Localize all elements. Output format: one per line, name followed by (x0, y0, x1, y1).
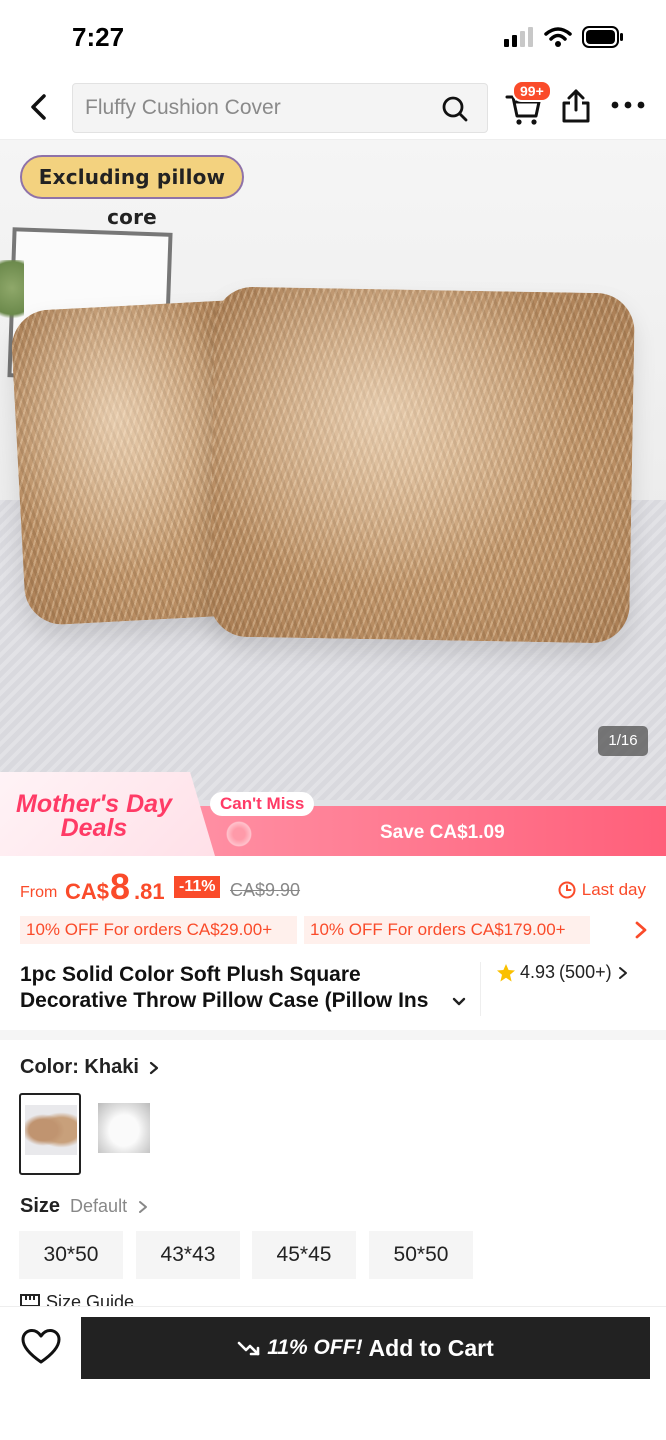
star-icon (497, 963, 515, 981)
chevron-right-icon[interactable] (632, 920, 650, 940)
back-arrow-icon[interactable] (22, 90, 56, 124)
trend-down-icon (237, 1341, 260, 1356)
more-options-icon[interactable] (610, 98, 646, 112)
color-label: Color: Khaki (20, 1056, 139, 1078)
chevron-right-icon (618, 966, 627, 979)
deadline-text: Last day (581, 880, 646, 899)
price-currency: CA$ (65, 879, 110, 904)
status-icons (504, 26, 624, 48)
coupon-1[interactable]: 10% OFF For orders CA$29.00+ (20, 916, 297, 944)
size-selector-header[interactable]: Size Default (20, 1195, 149, 1218)
chevron-right-icon (139, 1200, 148, 1213)
event-title: Mother's Day Deals (16, 790, 172, 842)
bottom-action-bar: 11% OFF! Add to Cart (0, 1306, 666, 1440)
rating-value: 4.93 (520, 962, 556, 982)
ruler-icon (20, 1294, 40, 1306)
from-label: From (20, 884, 58, 901)
product-image-carousel[interactable] (0, 140, 666, 855)
plant-leaves (0, 260, 24, 330)
search-placeholder: Fluffy Cushion Cover (85, 96, 281, 119)
product-title-line2: Decorative Throw Pillow Case (Pillow Ins (20, 989, 429, 1012)
product-title-line1: 1pc Solid Color Soft Plush Square (20, 963, 361, 986)
cart-discount-text: 11% OFF! (267, 1336, 363, 1359)
pillow-front (208, 286, 636, 644)
size-option[interactable]: 50*50 (369, 1231, 473, 1279)
size-default-label: Default (70, 1196, 128, 1216)
add-to-cart-button[interactable]: 11% OFF! Add to Cart (81, 1317, 650, 1379)
original-price: CA$9.90 (230, 880, 301, 900)
color-swatch-white[interactable] (94, 1093, 156, 1175)
save-amount: Save CA$1.09 (380, 822, 505, 843)
clock-icon (558, 881, 576, 899)
chevron-down-icon[interactable] (452, 996, 466, 1008)
chevron-right-icon (149, 1061, 159, 1074)
deadline: Last day (558, 880, 646, 900)
mothers-day-banner[interactable]: Mother's Day Deals Can't Miss Save CA$1.… (0, 772, 666, 856)
size-label: Size (20, 1195, 61, 1217)
status-bar: 7:27 (0, 0, 666, 74)
white-thumbnail (98, 1103, 150, 1153)
event-title-line1: Mother's Day (16, 790, 172, 818)
size-guide-text: Size Guide (46, 1292, 135, 1306)
khaki-thumbnail (25, 1105, 77, 1155)
cart-count-badge: 99+ (512, 80, 552, 102)
signal-icon (504, 27, 533, 47)
color-selector-header[interactable]: Color: Khaki (20, 1056, 161, 1079)
flower-icon (225, 820, 253, 848)
event-title-line2: Deals (60, 814, 128, 842)
search-input[interactable]: Fluffy Cushion Cover (72, 83, 488, 133)
coupon-2[interactable]: 10% OFF For orders CA$179.00+ (304, 916, 590, 944)
top-nav: Fluffy Cushion Cover 99+ (0, 74, 666, 140)
image-counter: 1/16 (598, 726, 648, 756)
search-icon[interactable] (441, 95, 469, 123)
product-title[interactable]: 1pc Solid Color Soft Plush Square Decora… (20, 962, 470, 1014)
size-option[interactable]: 45*45 (252, 1231, 356, 1279)
heart-icon[interactable] (20, 1327, 62, 1367)
add-to-cart-label: Add to Cart (368, 1334, 494, 1361)
title-divider (480, 962, 481, 1016)
battery-icon (582, 26, 623, 48)
size-guide-link[interactable]: Size Guide (20, 1292, 134, 1306)
size-option[interactable]: 30*50 (19, 1231, 123, 1279)
price-integer: 8 (110, 866, 131, 907)
status-time: 7:27 (72, 22, 125, 52)
price-decimal: .81 (134, 879, 165, 904)
price-row: From CA$ 8 .81 -11% CA$9.90 Last day (20, 866, 646, 910)
color-swatch-khaki[interactable] (19, 1093, 81, 1175)
excluding-core-label: Excluding pillow core (20, 155, 244, 229)
size-option[interactable]: 43*43 (136, 1231, 240, 1279)
discount-badge: -11% (174, 876, 221, 898)
share-icon[interactable] (560, 88, 592, 124)
rating-summary[interactable]: 4.93 (500+) (496, 962, 630, 983)
wifi-icon (544, 27, 572, 47)
coupon-row[interactable]: 10% OFF For orders CA$29.00+ 10% OFF For… (20, 916, 650, 944)
section-separator (0, 1030, 666, 1040)
review-count: (500+) (559, 962, 612, 982)
cant-miss-tag: Can't Miss (210, 792, 315, 816)
